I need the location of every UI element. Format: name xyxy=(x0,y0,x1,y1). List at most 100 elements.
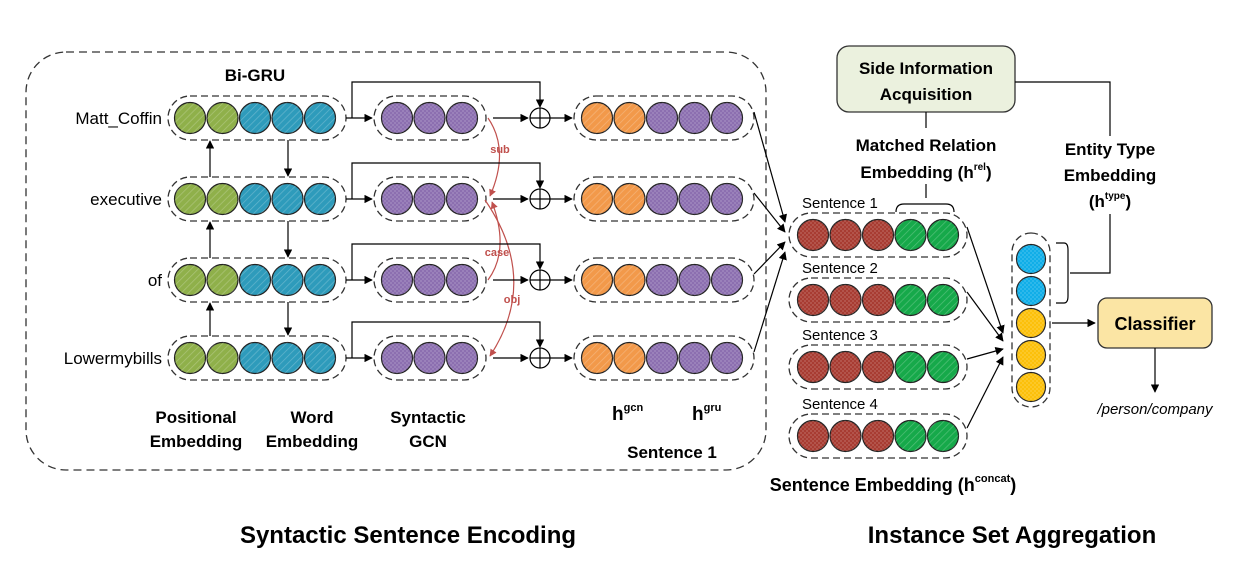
sentence-hidden-cell xyxy=(796,419,830,453)
gcn-cell xyxy=(413,101,446,135)
line-side-info-to-entity-type xyxy=(1015,81,1111,136)
sentence-vector-4: Sentence 4 xyxy=(788,396,968,459)
gcn-cell xyxy=(445,101,479,135)
positional-embedding-cell xyxy=(173,101,207,135)
sentence-hidden-cell xyxy=(829,419,862,453)
gcn-cell-texture xyxy=(414,183,445,215)
relation-embedding-cell xyxy=(926,218,960,252)
hgcn-cell-texture xyxy=(614,264,645,296)
dependency-label-case: case xyxy=(485,247,509,259)
gcn-cell xyxy=(413,341,446,375)
sentence-label: Sentence 3 xyxy=(802,327,878,344)
hgcn-cell xyxy=(580,101,614,135)
word-embedding-cell-texture xyxy=(272,183,303,215)
encoding-sentence-label: Sentence 1 xyxy=(627,443,717,462)
entity-type-close: ) xyxy=(1125,192,1131,211)
token-row-lowermybills: Lowermybills xyxy=(64,335,755,381)
gcn-cell xyxy=(445,341,479,375)
word-embedding-cell xyxy=(238,263,272,297)
sentence-hidden-cell-texture xyxy=(830,420,861,452)
sentence-hidden-cell xyxy=(829,350,862,384)
sentence-vector-3: Sentence 3 xyxy=(788,327,968,390)
arrow-encoder-to-sentence1 xyxy=(753,241,786,275)
matched-relation-label-line1: Matched Relation xyxy=(856,136,997,155)
hgcn-cell xyxy=(580,263,614,297)
output-relation-label: /person/company xyxy=(1096,401,1214,418)
arrow-skip-connection xyxy=(351,321,545,358)
relation-embedding-cell-texture xyxy=(895,219,926,251)
sentence-hidden-cell xyxy=(796,218,830,252)
positional-embedding-cell xyxy=(206,263,239,297)
relation-embedding-cell-texture xyxy=(895,284,926,316)
token-row-of: of xyxy=(148,257,755,303)
sentence-hidden-cell-texture xyxy=(830,351,861,383)
aggregated-sentence-cell xyxy=(1015,339,1047,371)
sentence-hidden-cell xyxy=(861,419,895,453)
word-embedding-cell-texture xyxy=(304,102,336,134)
relation-embedding-cell xyxy=(926,350,960,384)
word-embedding-cell-texture xyxy=(304,342,336,374)
hgru-cell xyxy=(678,341,711,375)
sentence-label: Sentence 2 xyxy=(802,260,878,277)
connectors xyxy=(205,81,1160,429)
word-embedding-cell xyxy=(271,101,304,135)
positional-embedding-cell-texture xyxy=(174,342,206,374)
syntactic-gcn-label-line1: Syntactic xyxy=(390,408,466,427)
sentence-hidden-cell xyxy=(861,218,895,252)
word-embedding-cell-texture xyxy=(239,264,271,296)
word-embedding-cell xyxy=(303,101,337,135)
gcn-cell-texture xyxy=(414,342,445,374)
gcn-cell xyxy=(380,101,414,135)
sentence-embedding-close: ) xyxy=(1010,475,1016,495)
word-embedding-cell xyxy=(303,263,337,297)
positional-embedding-cell-texture xyxy=(207,264,238,296)
entity-type-cell-texture xyxy=(1016,244,1046,274)
dependency-label-obj: obj xyxy=(504,294,521,306)
word-embedding-cell xyxy=(271,263,304,297)
word-embedding-cell-texture xyxy=(272,102,303,134)
sentence-hidden-cell xyxy=(796,283,830,317)
gcn-cell-texture xyxy=(446,183,478,215)
hgru-cell-texture xyxy=(646,183,678,215)
relation-embedding-cell-texture xyxy=(927,420,959,452)
arrow-encoder-to-sentence1 xyxy=(753,192,786,233)
hgcn-sup: gcn xyxy=(624,402,644,414)
word-embedding-cell xyxy=(238,101,272,135)
entity-type-label-line2: Embedding xyxy=(1064,166,1157,185)
hgru-cell xyxy=(678,182,711,216)
word-embedding-cell-texture xyxy=(239,102,271,134)
aggregated-sentence-cell-texture xyxy=(1016,308,1046,338)
positional-embedding-cell-texture xyxy=(174,102,206,134)
relation-embedding-cell-texture xyxy=(927,351,959,383)
relation-embedding-cell xyxy=(894,419,927,453)
word-embedding-cell-texture xyxy=(304,264,336,296)
hgru-cell-texture xyxy=(711,183,743,215)
hgru-cell xyxy=(645,182,679,216)
dependency-edges: sub case obj xyxy=(484,117,521,357)
token-row-matt_coffin: Matt_Coffin xyxy=(75,95,755,141)
hgcn-base: h xyxy=(612,404,624,425)
word-embedding-cell-texture xyxy=(272,264,303,296)
sentence-hidden-cell-texture xyxy=(797,284,829,316)
architecture-diagram: Bi-GRU Matt_Coffin executive of Lowermybill… xyxy=(25,45,1214,549)
positional-embedding-cell-texture xyxy=(207,342,238,374)
gcn-cell-texture xyxy=(446,102,478,134)
positional-embedding-cell-texture xyxy=(174,264,206,296)
sentence-hidden-cell-texture xyxy=(862,219,894,251)
gcn-cell-texture xyxy=(381,183,413,215)
hgru-cell-texture xyxy=(646,264,678,296)
token-label: Matt_Coffin xyxy=(75,109,162,128)
hgru-cell xyxy=(710,182,744,216)
relation-embedding-cell-texture xyxy=(895,420,926,452)
positional-embedding-cell-texture xyxy=(174,183,206,215)
relation-embedding-cell xyxy=(894,283,927,317)
entity-type-label-line3: (htype) xyxy=(1089,191,1131,211)
hgru-cell xyxy=(710,101,744,135)
aggregation-section-title: Instance Set Aggregation xyxy=(868,522,1157,549)
sentence-hidden-cell-texture xyxy=(862,351,894,383)
hgcn-label: hgcn xyxy=(612,402,643,425)
hgru-cell-texture xyxy=(646,342,678,374)
entity-type-sup: type xyxy=(1105,191,1126,202)
hgcn-cell xyxy=(580,182,614,216)
dependency-arc-sub xyxy=(487,117,501,197)
